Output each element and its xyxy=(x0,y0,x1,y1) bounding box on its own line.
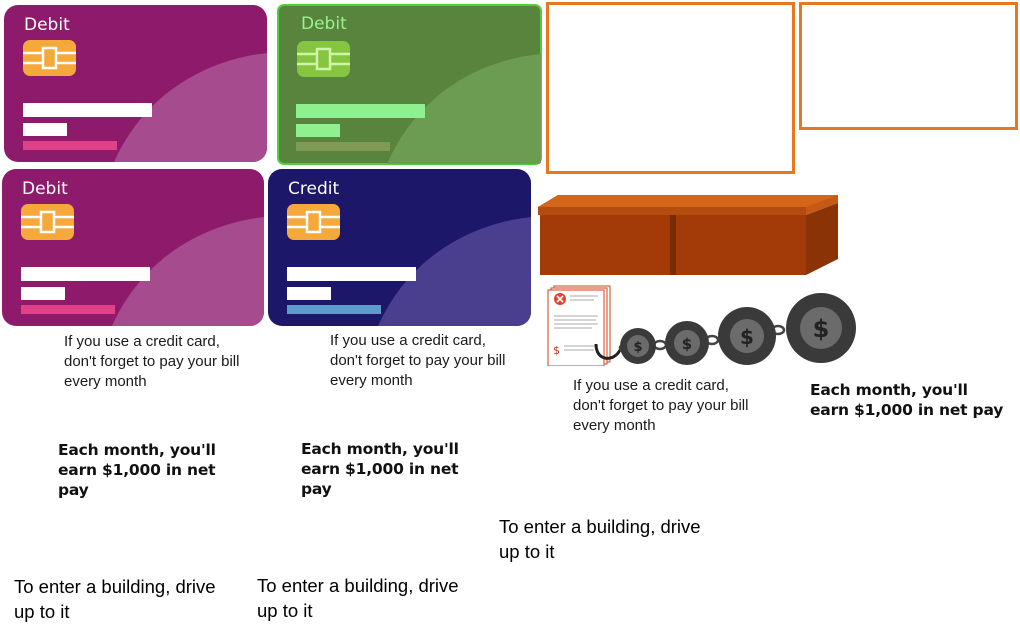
card-name-bar xyxy=(23,141,117,150)
svg-text:$: $ xyxy=(813,315,830,343)
empty-card-slot-2[interactable] xyxy=(799,2,1018,130)
dollar-coin-icon: $ xyxy=(718,307,776,365)
card-number-bar xyxy=(23,103,152,117)
card-expiry-bar xyxy=(296,124,340,137)
drive-tip: To enter a building, drive up to it xyxy=(257,575,459,621)
earnings-tip: Each month, you'll earn $1,000 in net pa… xyxy=(301,440,459,498)
card-name-bar xyxy=(296,142,390,151)
debit-card-selected[interactable]: Debit xyxy=(277,4,542,165)
card-number-bar xyxy=(21,267,150,281)
dollar-coin-icon: $ xyxy=(620,328,656,364)
credit-card-tip: If you use a credit card, don't forget t… xyxy=(64,333,240,390)
earnings-tip: Each month, you'll earn $1,000 in net pa… xyxy=(810,381,1004,419)
card-type-label: Debit xyxy=(22,179,68,199)
card-name-bar xyxy=(287,305,381,314)
chip-icon xyxy=(21,204,74,240)
credit-card-tip: If you use a credit card, don't forget t… xyxy=(573,377,749,434)
dollar-coin-icon: $ xyxy=(786,293,856,363)
card-number-bar xyxy=(287,267,416,281)
chip-icon xyxy=(23,40,76,76)
drive-tip: To enter a building, drive up to it xyxy=(14,576,216,622)
card-expiry-bar xyxy=(287,287,331,300)
card-name-bar xyxy=(21,305,115,314)
chip-icon xyxy=(287,204,340,240)
card-number-bar xyxy=(296,104,425,118)
card-expiry-bar xyxy=(21,287,65,300)
chip-icon xyxy=(297,41,350,77)
credit-card-tip: If you use a credit card, don't forget t… xyxy=(330,332,506,389)
svg-text:$: $ xyxy=(740,325,754,349)
earnings-tip: Each month, you'll earn $1,000 in net pa… xyxy=(58,441,216,499)
dollar-coin-icon: $ xyxy=(665,321,709,365)
card-type-label: Debit xyxy=(301,14,347,34)
card-type-label: Credit xyxy=(288,179,340,199)
desk-icon[interactable] xyxy=(536,193,840,277)
debt-chain-icon: $ $ $ $ xyxy=(594,293,856,365)
svg-text:$: $ xyxy=(553,344,560,357)
credit-card[interactable]: Credit xyxy=(268,169,531,326)
card-expiry-bar xyxy=(23,123,67,136)
card-type-label: Debit xyxy=(24,15,70,35)
empty-card-slot-1[interactable] xyxy=(546,2,795,174)
drive-tip: To enter a building, drive up to it xyxy=(499,516,701,562)
svg-text:$: $ xyxy=(633,340,642,355)
debit-card-2[interactable]: Debit xyxy=(2,169,264,326)
debit-card-1[interactable]: Debit xyxy=(4,5,267,162)
svg-text:$: $ xyxy=(682,335,692,353)
